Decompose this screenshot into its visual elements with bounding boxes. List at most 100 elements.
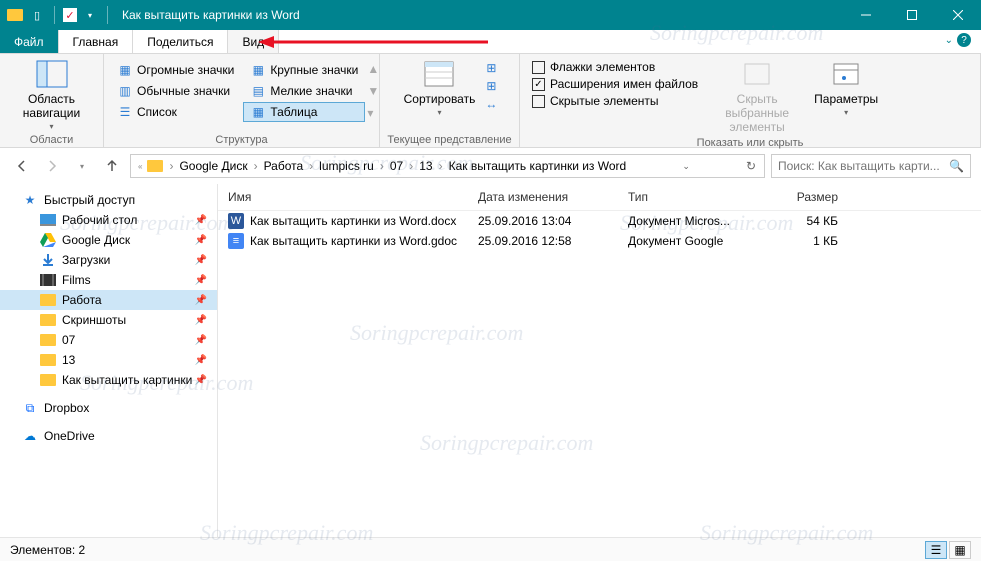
icons-view-toggle[interactable]: ▦ <box>949 541 971 559</box>
scroll-down-icon[interactable]: ▼ <box>367 84 379 98</box>
pin-icon: 📌 <box>195 255 207 266</box>
folder-icon <box>40 352 56 368</box>
ribbon-group-layout: ▦Огромные значки ▦Крупные значки ▥Обычны… <box>104 54 380 147</box>
search-input[interactable] <box>778 159 945 173</box>
tab-file[interactable]: Файл <box>0 30 59 53</box>
breadcrumb-part[interactable]: Как вытащить картинки из Word <box>445 159 631 173</box>
layout-table[interactable]: ▦Таблица <box>243 102 365 122</box>
pin-icon: 📌 <box>195 375 207 386</box>
window-title: Как вытащить картинки из Word <box>122 8 300 22</box>
col-name[interactable]: Имя <box>218 190 478 204</box>
close-button[interactable] <box>935 0 981 30</box>
expand-icon[interactable]: ▾ <box>367 106 379 120</box>
search-icon[interactable]: 🔍 <box>949 159 964 173</box>
hidden-items-toggle[interactable]: Скрытые элементы <box>532 94 698 108</box>
content-area: ★ Быстрый доступ Рабочий стол📌Google Дис… <box>0 184 981 537</box>
sidebar-item[interactable]: Films📌 <box>0 270 217 290</box>
breadcrumb-part[interactable]: 07 <box>386 159 407 173</box>
hide-icon <box>741 58 773 90</box>
dropdown-icon[interactable]: ⌄ <box>678 161 694 172</box>
item-checkboxes-toggle[interactable]: Флажки элементов <box>532 60 698 74</box>
details-view-toggle[interactable]: ☰ <box>925 541 947 559</box>
folder-icon <box>40 372 56 388</box>
sidebar-item[interactable]: Рабочий стол📌 <box>0 210 217 230</box>
title-bar: ▯ ✓ ▾ Как вытащить картинки из Word <box>0 0 981 30</box>
col-date[interactable]: Дата изменения <box>478 190 628 204</box>
large-icons-icon: ▦ <box>250 62 266 78</box>
address-bar: ▾ « › Google Диск› Работа› lumpics ru› 0… <box>0 148 981 184</box>
dropbox-item[interactable]: ⧉Dropbox <box>0 398 217 418</box>
file-row[interactable]: ≡Как вытащить картинки из Word.gdoc25.09… <box>218 231 981 251</box>
recent-dropdown[interactable]: ▾ <box>70 154 94 178</box>
sidebar-item[interactable]: Скриншоты📌 <box>0 310 217 330</box>
breadcrumb-part[interactable]: Работа <box>260 159 308 173</box>
onedrive-item[interactable]: ☁OneDrive <box>0 426 217 446</box>
scroll-up-icon[interactable]: ▲ <box>367 62 379 76</box>
sidebar-item[interactable]: Как вытащить картинки📌 <box>0 370 217 390</box>
options-icon <box>830 58 862 90</box>
breadcrumb-part[interactable]: 13 <box>415 159 436 173</box>
sidebar-item[interactable]: Google Диск📌 <box>0 230 217 250</box>
col-type[interactable]: Тип <box>628 190 778 204</box>
history-chevron-icon[interactable]: « <box>135 162 145 171</box>
breadcrumb-part[interactable]: Google Диск <box>175 159 251 173</box>
layout-huge-icons[interactable]: ▦Огромные значки <box>110 60 241 80</box>
ribbon-group-panes: Область навигации ▾ Области <box>0 54 104 147</box>
drive-icon: ▯ <box>28 6 46 24</box>
column-headers[interactable]: Имя Дата изменения Тип Размер <box>218 184 981 211</box>
ribbon-group-show-hide: Флажки элементов ✓Расширения имен файлов… <box>520 54 981 147</box>
checkbox-icon <box>532 61 545 74</box>
quick-access-header[interactable]: ★ Быстрый доступ <box>0 190 217 210</box>
ribbon-tabs: Файл Главная Поделиться Вид ⌄ ? <box>0 30 981 54</box>
checkbox-icon[interactable]: ✓ <box>63 8 77 22</box>
sort-icon <box>423 58 455 90</box>
layout-medium-icons[interactable]: ▥Обычные значки <box>110 81 241 101</box>
sidebar-item[interactable]: Работа📌 <box>0 290 217 310</box>
file-list: Имя Дата изменения Тип Размер WКак вытащ… <box>218 184 981 537</box>
sidebar-item[interactable]: 13📌 <box>0 350 217 370</box>
options-button[interactable]: Параметры ▾ <box>808 56 884 119</box>
col-size[interactable]: Размер <box>778 190 858 204</box>
tab-home[interactable]: Главная <box>59 30 134 53</box>
search-box[interactable]: 🔍 <box>771 154 971 178</box>
sidebar-item[interactable]: 07📌 <box>0 330 217 350</box>
pin-icon: 📌 <box>195 215 207 226</box>
folder-icon <box>147 160 163 172</box>
qat-dropdown-icon[interactable]: ▾ <box>81 6 99 24</box>
view-mode-toggles: ☰ ▦ <box>925 541 971 559</box>
layout-small-icons[interactable]: ▤Мелкие значки <box>243 81 365 101</box>
sidebar-item[interactable]: Загрузки📌 <box>0 250 217 270</box>
back-button[interactable] <box>10 154 34 178</box>
layout-large-icons[interactable]: ▦Крупные значки <box>243 60 365 80</box>
refresh-icon[interactable]: ↻ <box>742 159 760 173</box>
dropbox-icon: ⧉ <box>22 400 38 416</box>
word-file-icon: W <box>228 213 244 229</box>
folder-icon <box>40 312 56 328</box>
chevron-down-icon: ▾ <box>844 108 848 117</box>
window-controls <box>843 0 981 30</box>
minimize-button[interactable] <box>843 0 889 30</box>
folder-icon <box>40 332 56 348</box>
table-icon: ▦ <box>250 104 266 120</box>
folder-icon <box>40 292 56 308</box>
chevron-down-icon: ▾ <box>49 122 53 131</box>
file-extensions-toggle[interactable]: ✓Расширения имен файлов <box>532 77 698 91</box>
up-button[interactable] <box>100 154 124 178</box>
tab-share[interactable]: Поделиться <box>133 30 228 53</box>
hide-selected-button[interactable]: Скрыть выбранные элементы <box>706 56 808 136</box>
help-controls[interactable]: ⌄ ? <box>945 33 971 47</box>
size-columns-icon[interactable]: ↔ <box>483 96 499 112</box>
chevron-down-icon[interactable]: ⌄ <box>945 35 953 46</box>
layout-list[interactable]: ☰Список <box>110 102 241 122</box>
file-row[interactable]: WКак вытащить картинки из Word.docx25.09… <box>218 211 981 231</box>
gdoc-file-icon: ≡ <box>228 233 244 249</box>
navigation-pane-button[interactable]: Область навигации ▾ <box>4 56 99 133</box>
group-icon[interactable]: ⊞ <box>483 60 499 76</box>
add-column-icon[interactable]: ⊞ <box>483 78 499 94</box>
maximize-button[interactable] <box>889 0 935 30</box>
breadcrumb-part[interactable]: lumpics ru <box>315 159 378 173</box>
forward-button[interactable] <box>40 154 64 178</box>
breadcrumbs[interactable]: « › Google Диск› Работа› lumpics ru› 07›… <box>130 154 765 178</box>
sort-button[interactable]: Сортировать ▾ <box>398 56 482 119</box>
help-icon[interactable]: ? <box>957 33 971 47</box>
